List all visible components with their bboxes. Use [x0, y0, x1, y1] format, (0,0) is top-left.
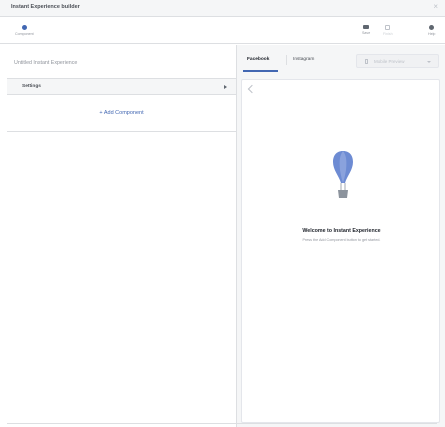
- document-title[interactable]: Untitled Instant Experience: [14, 60, 77, 66]
- save-button-label: Save: [362, 31, 371, 35]
- component-icon: [21, 25, 27, 30]
- tab-facebook[interactable]: Facebook: [247, 57, 269, 62]
- help-button-label: Help: [428, 32, 436, 36]
- close-icon[interactable]: ×: [433, 3, 438, 11]
- window-title: Instant Experience builder: [11, 4, 80, 10]
- preview-panel: Facebook Instagram Mobile Preview Welcom…: [236, 45, 445, 427]
- back-arrow-icon[interactable]: [247, 84, 257, 94]
- instant-experience-builder-window: Instant Experience builder × Component S…: [0, 0, 445, 427]
- tab-separator: [286, 55, 287, 65]
- caret-right-icon: [224, 85, 227, 89]
- help-icon: [429, 25, 435, 30]
- toolbar: Component Save Finish Help: [0, 18, 445, 44]
- hot-air-balloon-icon: [333, 151, 353, 198]
- preview-tabs: Facebook Instagram Mobile Preview: [237, 45, 445, 72]
- mobile-preview-frame: Welcome to Instant Experience Press the …: [241, 79, 440, 423]
- welcome-title: Welcome to Instant Experience: [302, 228, 381, 234]
- welcome-subtitle: Press the Add Component button to get st…: [302, 238, 381, 242]
- settings-row[interactable]: Settings: [7, 78, 236, 95]
- component-button[interactable]: Component: [15, 25, 34, 36]
- save-icon: [363, 25, 370, 29]
- phone-icon: [365, 59, 368, 64]
- tab-instagram[interactable]: Instagram: [293, 57, 314, 62]
- finish-icon: [385, 25, 391, 30]
- help-button[interactable]: Help: [428, 25, 435, 36]
- chevron-down-icon: [427, 61, 431, 63]
- component-panel: Untitled Instant Experience Settings + A…: [7, 47, 236, 427]
- settings-label: Settings: [22, 84, 41, 89]
- add-component-link[interactable]: + Add Component: [7, 110, 236, 116]
- save-button[interactable]: Save: [362, 25, 370, 35]
- finish-button[interactable]: Finish: [383, 25, 393, 36]
- active-tab-indicator: [243, 70, 278, 72]
- divider: [7, 131, 236, 132]
- finish-button-label: Finish: [383, 32, 393, 36]
- footer-divider: [7, 423, 437, 424]
- component-button-label: Component: [15, 32, 34, 36]
- preview-mode-select[interactable]: Mobile Preview: [356, 54, 439, 68]
- title-bar: Instant Experience builder ×: [0, 0, 445, 17]
- preview-mode-label: Mobile Preview: [374, 59, 405, 64]
